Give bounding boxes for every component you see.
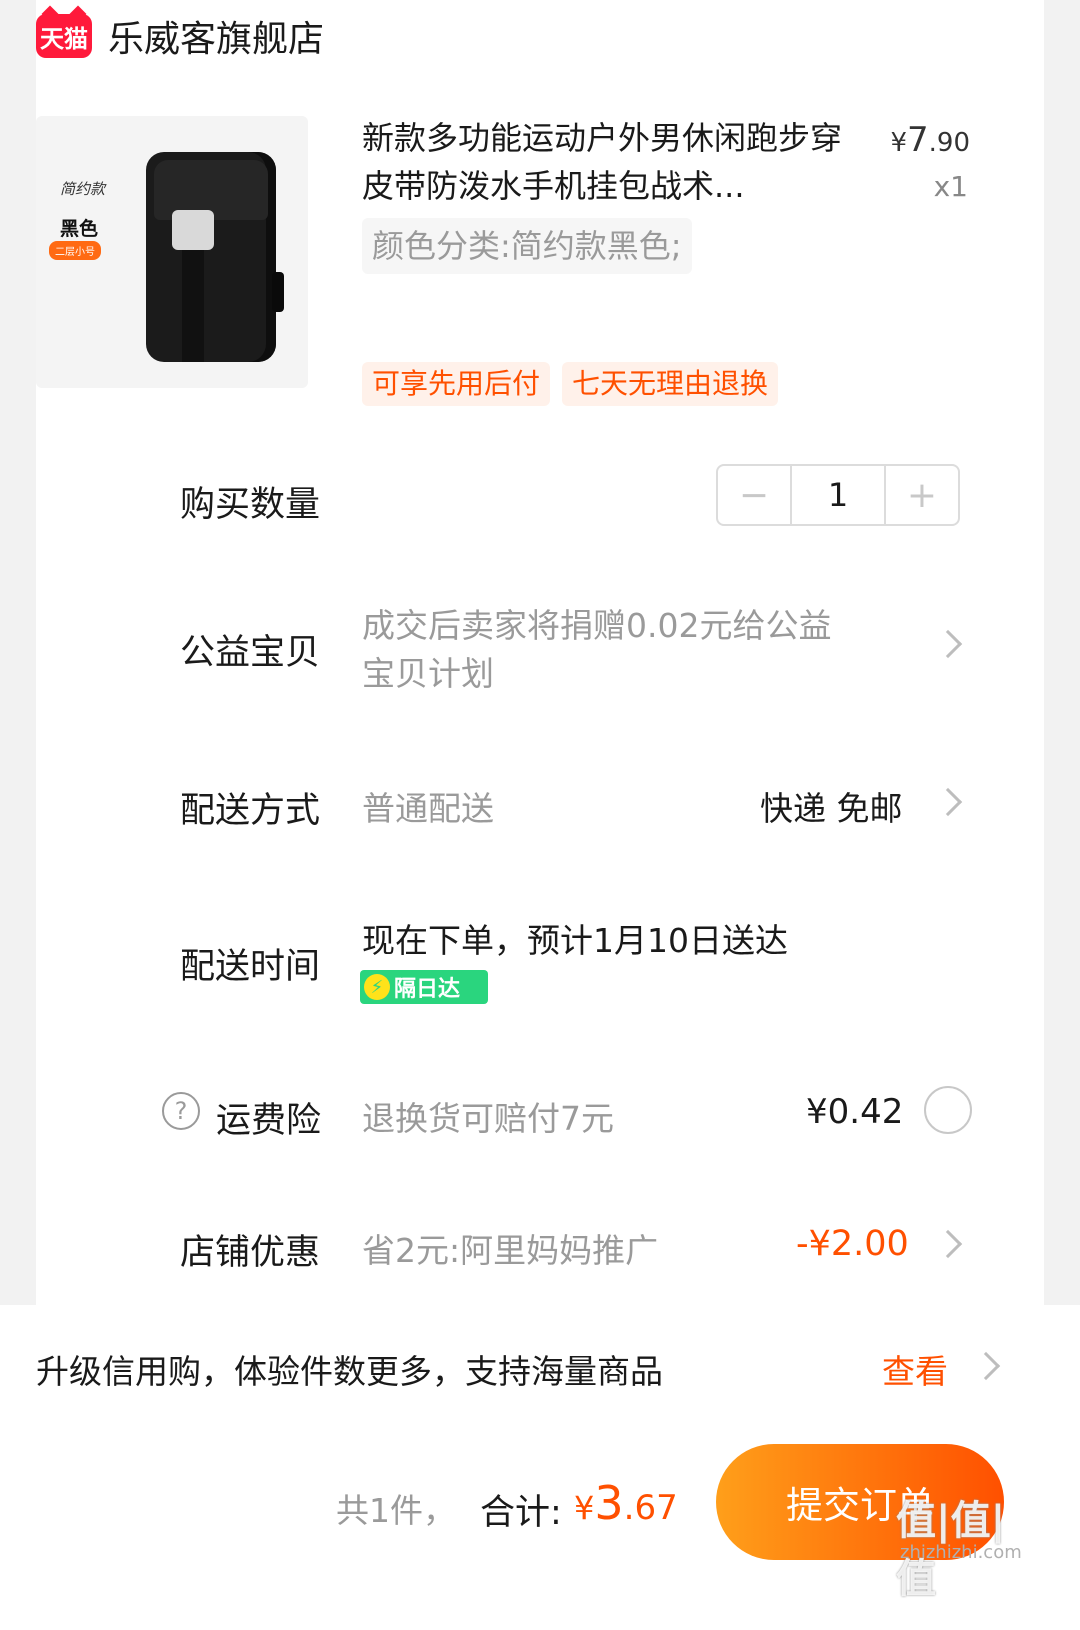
quantity-stepper[interactable]: − 1 + — [716, 464, 960, 526]
insurance-price: ¥0.42 — [806, 1092, 904, 1132]
store-name[interactable]: 乐威客旗舰店 — [108, 10, 324, 62]
image-label-color: 黑色 — [60, 218, 99, 240]
discount-amount[interactable]: -¥2.00 — [796, 1224, 909, 1264]
shipping-label: 配送方式 — [180, 791, 321, 831]
product-spec[interactable]: 颜色分类:简约款黑色; — [362, 218, 692, 274]
quantity-label: 购买数量 — [180, 485, 321, 525]
total-label: 合计: — [480, 1493, 562, 1533]
image-label-size: 二层小号 — [49, 241, 101, 260]
discount-label: 店铺优惠 — [180, 1233, 321, 1273]
next-day-badge: ⚡ 隔日达 — [360, 970, 488, 1004]
pouch-illustration — [146, 152, 284, 362]
help-icon[interactable]: ? — [162, 1092, 200, 1130]
shipping-method[interactable]: 普通配送 — [362, 782, 494, 830]
image-label-style: 简约款 — [60, 180, 106, 198]
total-amount: ¥3.67 — [574, 1476, 678, 1530]
item-count: 共1件， — [336, 1491, 456, 1530]
product-title[interactable]: 新款多功能运动户外男休闲跑步穿皮带防泼水手机挂包战术... — [362, 114, 852, 210]
credit-banner-text: 升级信用购，体验件数更多，支持海量商品 — [36, 1352, 663, 1391]
quantity-value[interactable]: 1 — [790, 466, 886, 524]
credit-view-link[interactable]: 查看 — [882, 1345, 948, 1393]
lightning-icon: ⚡ — [364, 974, 390, 1000]
discount-value[interactable]: 省2元:阿里妈妈推广 — [362, 1224, 658, 1272]
delivery-time-label: 配送时间 — [180, 947, 321, 987]
insurance-value: 退换货可赔付7元 — [362, 1099, 614, 1138]
increment-button[interactable]: + — [886, 466, 958, 524]
charity-value[interactable]: 成交后卖家将捐赠0.02元给公益 宝贝计划 — [362, 602, 831, 698]
product-image[interactable]: 简约款 黑色 二层小号 — [36, 116, 308, 388]
charity-label: 公益宝贝 — [180, 633, 321, 673]
insurance-label: 运费险 — [216, 1101, 322, 1141]
product-price: ¥7.90 — [890, 120, 970, 160]
shipping-fee[interactable]: 快递 免邮 — [760, 782, 903, 830]
store-header[interactable]: 天猫 乐威客旗舰店 — [36, 10, 324, 62]
watermark-logo: 值|值|值 — [896, 1498, 1006, 1602]
promo-tags: 可享先用后付 七天无理由退换 — [362, 362, 779, 406]
decrement-button[interactable]: − — [718, 466, 790, 524]
product-quantity: x1 — [933, 170, 968, 203]
promo-tag-pay-later: 可享先用后付 — [362, 362, 551, 406]
watermark-url: zhizhizhi.com — [900, 1542, 1022, 1563]
delivery-time-value: 现在下单，预计1月10日送达 — [362, 921, 788, 960]
insurance-radio[interactable] — [924, 1086, 972, 1134]
tmall-logo-icon: 天猫 — [36, 14, 92, 58]
promo-tag-return: 七天无理由退换 — [562, 362, 779, 406]
